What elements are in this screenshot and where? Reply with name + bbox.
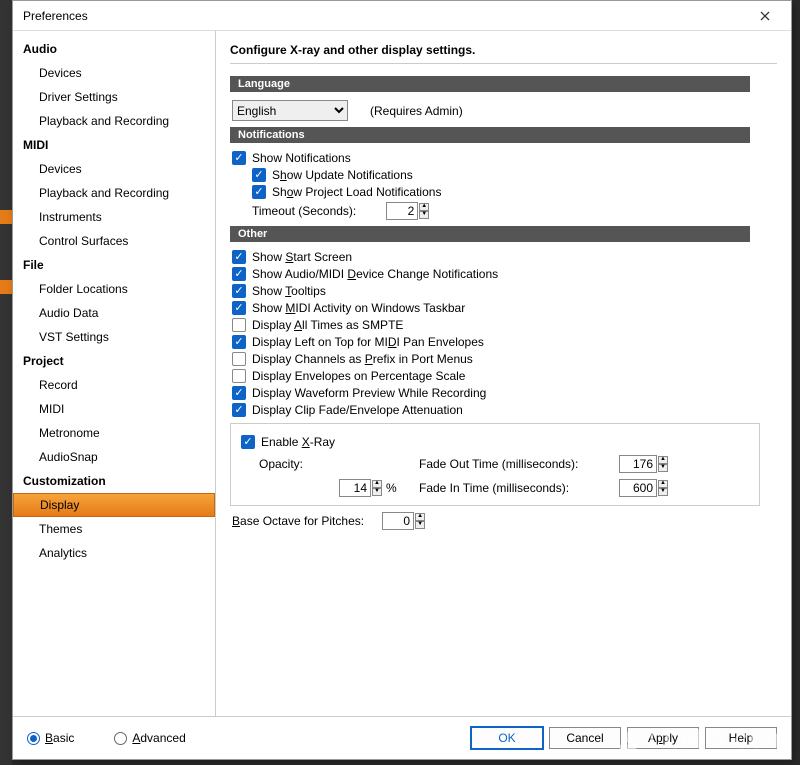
cancel-button[interactable]: Cancel — [549, 727, 621, 749]
sidebar-item-playback-recording[interactable]: Playback and Recording — [13, 109, 215, 133]
opacity-input[interactable] — [339, 479, 371, 497]
base-octave-field[interactable]: ▲▼ — [382, 512, 425, 530]
fadein-field[interactable]: ▲▼ — [619, 479, 679, 497]
titlebar: Preferences — [13, 1, 791, 31]
sidebar-item-folder-locations[interactable]: Folder Locations — [13, 277, 215, 301]
base-octave-label: Base Octave for Pitches: — [232, 514, 364, 528]
basic-label: Basic — [45, 731, 74, 745]
advanced-label: Advanced — [132, 731, 185, 745]
clipfade-checkbox[interactable] — [232, 403, 246, 417]
section-language: Language — [230, 76, 750, 92]
base-octave-spinner[interactable]: ▲▼ — [415, 513, 425, 529]
radio-dot-icon — [27, 732, 40, 745]
fadeout-spinner[interactable]: ▲▼ — [658, 456, 668, 472]
dialog-body: Audio Devices Driver Settings Playback a… — [13, 31, 791, 716]
enable-xray-checkbox[interactable] — [241, 435, 255, 449]
section-notifications: Notifications — [230, 127, 750, 143]
prefix-checkbox[interactable] — [232, 352, 246, 366]
sidebar-item-vst-settings[interactable]: VST Settings — [13, 325, 215, 349]
opacity-field[interactable]: ▲▼ — [339, 479, 382, 497]
help-button[interactable]: Help — [705, 727, 777, 749]
show-notifications-checkbox[interactable] — [232, 151, 246, 165]
timeout-input[interactable] — [386, 202, 418, 220]
opacity-pct: % — [386, 481, 397, 495]
pan-envelopes-checkbox[interactable] — [232, 335, 246, 349]
sidebar: Audio Devices Driver Settings Playback a… — [13, 31, 216, 716]
opacity-spinner[interactable]: ▲▼ — [372, 480, 382, 496]
start-screen-checkbox[interactable] — [232, 250, 246, 264]
clipfade-label: Display Clip Fade/Envelope Attenuation — [252, 403, 463, 417]
sidebar-item-display[interactable]: Display — [13, 493, 215, 517]
device-change-checkbox[interactable] — [232, 267, 246, 281]
smpte-label: Display All Times as SMPTE — [252, 318, 403, 332]
show-update-notifications-checkbox[interactable] — [252, 168, 266, 182]
midi-activity-label: Show MIDI Activity on Windows Taskbar — [252, 301, 465, 315]
sidebar-item-devices[interactable]: Devices — [13, 61, 215, 85]
sidebar-category-customization: Customization — [13, 469, 215, 493]
footer: Basic Advanced OK Cancel Apply Help — [13, 716, 791, 759]
sidebar-item-project-midi[interactable]: MIDI — [13, 397, 215, 421]
waveform-checkbox[interactable] — [232, 386, 246, 400]
fadeout-input[interactable] — [619, 455, 657, 473]
waveform-label: Display Waveform Preview While Recording — [252, 386, 486, 400]
opacity-label: Opacity: — [259, 457, 339, 471]
timeout-field[interactable]: ▲▼ — [386, 202, 429, 220]
sidebar-item-audiosnap[interactable]: AudioSnap — [13, 445, 215, 469]
xray-group: Enable X-Ray Opacity: Fade Out Time (mil… — [230, 423, 760, 506]
basic-radio[interactable]: Basic — [27, 731, 74, 745]
midi-activity-checkbox[interactable] — [232, 301, 246, 315]
sidebar-category-midi: MIDI — [13, 133, 215, 157]
enable-xray-label: Enable X-Ray — [261, 435, 335, 449]
close-button[interactable] — [749, 6, 781, 26]
show-project-load-notifications-label: Show Project Load Notifications — [272, 185, 441, 199]
advanced-radio[interactable]: Advanced — [114, 731, 185, 745]
language-select[interactable]: English — [232, 100, 348, 121]
page-heading: Configure X-ray and other display settin… — [230, 43, 777, 57]
smpte-checkbox[interactable] — [232, 318, 246, 332]
sidebar-item-driver-settings[interactable]: Driver Settings — [13, 85, 215, 109]
tooltips-checkbox[interactable] — [232, 284, 246, 298]
close-icon — [760, 11, 770, 21]
sidebar-category-audio: Audio — [13, 37, 215, 61]
pan-envelopes-label: Display Left on Top for MIDI Pan Envelop… — [252, 335, 484, 349]
preferences-dialog: Preferences Audio Devices Driver Setting… — [12, 0, 792, 760]
content-panel: Configure X-ray and other display settin… — [216, 31, 791, 716]
sidebar-category-file: File — [13, 253, 215, 277]
percent-checkbox[interactable] — [232, 369, 246, 383]
base-octave-input[interactable] — [382, 512, 414, 530]
timeout-spinner[interactable]: ▲▼ — [419, 203, 429, 219]
sidebar-item-themes[interactable]: Themes — [13, 517, 215, 541]
sidebar-item-midi-devices[interactable]: Devices — [13, 157, 215, 181]
show-project-load-notifications-checkbox[interactable] — [252, 185, 266, 199]
admin-note: (Requires Admin) — [370, 104, 463, 118]
sidebar-item-audio-data[interactable]: Audio Data — [13, 301, 215, 325]
fadeout-label: Fade Out Time (milliseconds): — [419, 457, 619, 471]
fadeout-field[interactable]: ▲▼ — [619, 455, 679, 473]
ok-button[interactable]: OK — [471, 727, 543, 749]
fadein-input[interactable] — [619, 479, 657, 497]
prefix-label: Display Channels as Prefix in Port Menus — [252, 352, 473, 366]
timeout-label: Timeout (Seconds): — [252, 204, 356, 218]
start-screen-label: Show Start Screen — [252, 250, 352, 264]
sidebar-category-project: Project — [13, 349, 215, 373]
tooltips-label: Show Tooltips — [252, 284, 326, 298]
percent-label: Display Envelopes on Percentage Scale — [252, 369, 465, 383]
device-change-label: Show Audio/MIDI Device Change Notificati… — [252, 267, 498, 281]
show-notifications-label: Show Notifications — [252, 151, 351, 165]
fadein-label: Fade In Time (milliseconds): — [419, 481, 619, 495]
radio-dot-icon — [114, 732, 127, 745]
sidebar-item-midi-playback[interactable]: Playback and Recording — [13, 181, 215, 205]
apply-button[interactable]: Apply — [627, 727, 699, 749]
sidebar-item-analytics[interactable]: Analytics — [13, 541, 215, 565]
sidebar-item-control-surfaces[interactable]: Control Surfaces — [13, 229, 215, 253]
section-other: Other — [230, 226, 750, 242]
sidebar-item-record[interactable]: Record — [13, 373, 215, 397]
fadein-spinner[interactable]: ▲▼ — [658, 480, 668, 496]
sidebar-item-instruments[interactable]: Instruments — [13, 205, 215, 229]
sidebar-item-metronome[interactable]: Metronome — [13, 421, 215, 445]
window-title: Preferences — [23, 9, 88, 23]
show-update-notifications-label: Show Update Notifications — [272, 168, 413, 182]
